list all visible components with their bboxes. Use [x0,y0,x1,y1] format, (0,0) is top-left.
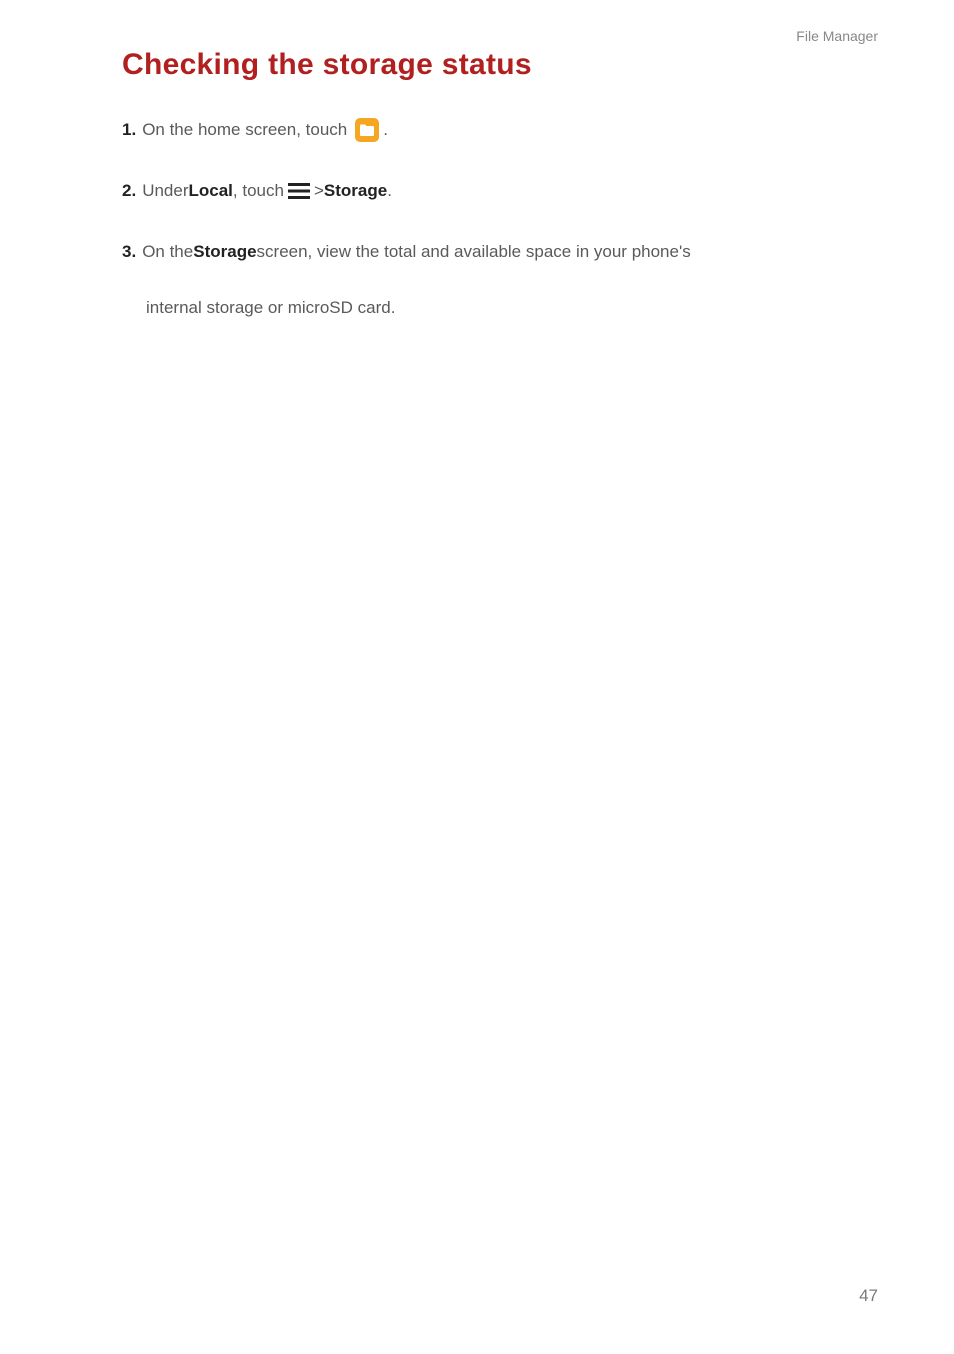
step-2: 2. Under Local , touch > Storage . [122,171,832,210]
step-1-text-pre: On the home screen, touch [142,110,347,149]
step-1-text-post: . [383,110,388,149]
step-2-text-post: . [387,171,392,210]
step-3-text-tail: screen, view the total and available spa… [257,232,691,271]
header-section-label: File Manager [796,28,878,44]
step-3-line-2: internal storage or microSD card. [122,289,832,326]
step-3: 3. On the Storage screen, view the total… [122,232,832,271]
step-3-number: 3. [122,232,136,271]
page-content: Checking the storage status 1. On the ho… [0,0,954,327]
step-2-storage-label: Storage [324,171,387,210]
step-1: 1. On the home screen, touch . [122,110,832,149]
hamburger-menu-icon [288,182,310,200]
step-2-number: 2. [122,171,136,210]
step-2-gt: > [314,171,324,210]
file-manager-app-icon [353,116,381,144]
step-2-text-mid: , touch [233,171,284,210]
page-title: Checking the storage status [122,48,832,82]
step-2-local-label: Local [189,171,233,210]
step-3-storage-label: Storage [193,232,256,271]
step-3-text-pre: On the [142,232,193,271]
step-2-text-pre: Under [142,171,188,210]
page-number: 47 [859,1286,878,1306]
step-1-number: 1. [122,110,136,149]
